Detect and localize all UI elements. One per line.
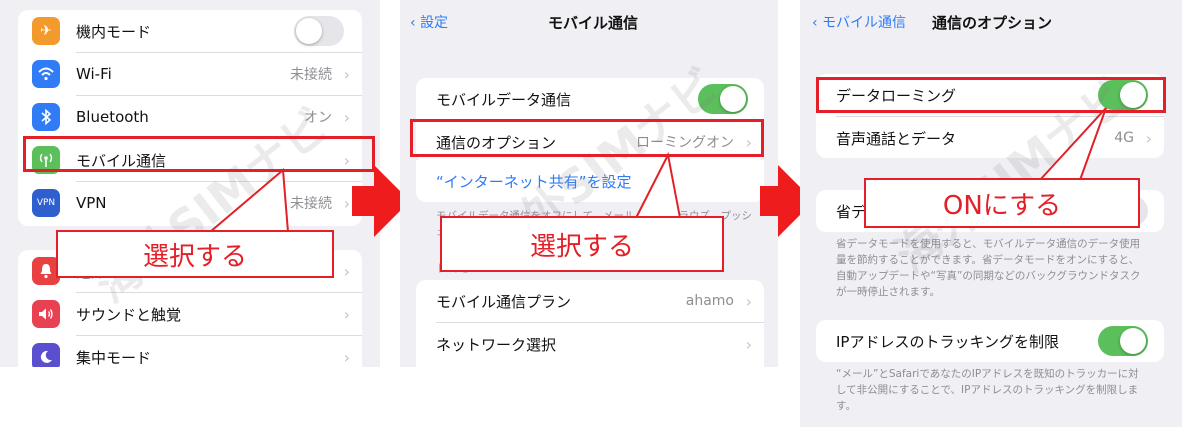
- settings-panel: ✈ 機内モード Wi-Fi 未接続 › Bluetooth オン › モバイル通…: [0, 0, 380, 367]
- callout-pointer: [209, 167, 289, 233]
- arrow-right-icon: [352, 186, 374, 216]
- select-callout: 選択する: [56, 230, 334, 278]
- cellular-options-panel: ‹ モバイル通信 通信のオプション データローミング 音声通話とデータ 4G ›…: [800, 0, 1182, 427]
- arrow-right-icon: [760, 186, 778, 216]
- callout-pointer: [635, 151, 681, 219]
- mobile-data-panel: ‹ 設定 モバイル通信 モバイルデータ通信 通信のオプション ローミングオン ›…: [400, 0, 778, 367]
- select-callout: 選択する: [440, 216, 724, 272]
- on-callout: ONにする: [864, 178, 1140, 228]
